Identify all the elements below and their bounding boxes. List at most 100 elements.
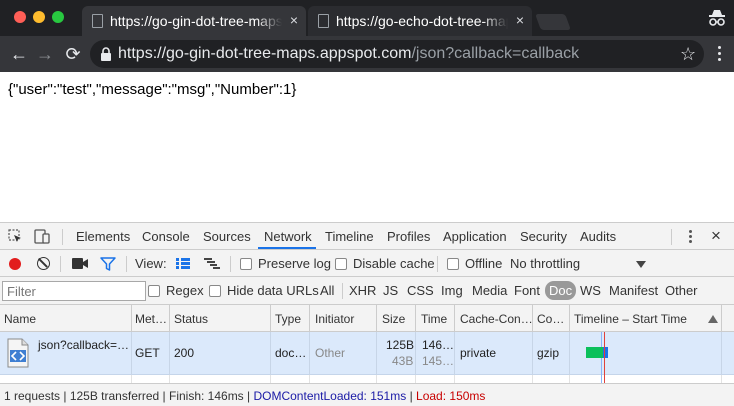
row-cache-control: private	[460, 346, 497, 360]
type-filter-css[interactable]: CSS	[407, 283, 434, 298]
incognito-icon[interactable]	[707, 8, 727, 28]
window-close-button[interactable]	[14, 11, 26, 23]
column-divider[interactable]	[569, 305, 570, 332]
table-row[interactable]: json?callback=… GET 200 doc… Other 125B …	[0, 332, 734, 375]
type-filter-all[interactable]: All	[320, 283, 334, 298]
column-header-status[interactable]: Status	[174, 312, 208, 326]
column-header-cache-control[interactable]: Cache-Con…	[460, 312, 533, 326]
type-filter-ws[interactable]: WS	[580, 283, 601, 298]
domcontentloaded-marker	[601, 375, 602, 383]
column-divider[interactable]	[454, 305, 455, 332]
column-header-name[interactable]: Name	[4, 312, 36, 326]
offline-checkbox[interactable]	[447, 258, 459, 270]
column-header-timeline[interactable]: Timeline – Start Time	[574, 312, 687, 326]
column-header-method[interactable]: Met…	[135, 312, 167, 326]
tab-audits[interactable]: Audits	[580, 229, 616, 244]
back-arrow-icon[interactable]: ←	[8, 43, 30, 65]
devtools-close-icon[interactable]: ×	[711, 226, 721, 246]
column-divider[interactable]	[270, 305, 271, 332]
type-filter-doc[interactable]: Doc	[545, 281, 577, 300]
table-empty-area	[0, 375, 734, 383]
lock-icon[interactable]	[100, 47, 112, 61]
browser-menu-icon[interactable]	[712, 44, 726, 64]
type-filter-font[interactable]: Font	[514, 283, 540, 298]
reload-icon[interactable]: ⟳	[62, 43, 84, 65]
tab-title: https://go-echo-dot-tree-maps.appspot.co…	[336, 13, 508, 29]
status-summary: 1 requests | 125B transferred | Finish: …	[4, 389, 485, 403]
row-status: 200	[174, 346, 195, 360]
type-filter-media[interactable]: Media	[472, 283, 507, 298]
tab-sources[interactable]: Sources	[203, 229, 251, 244]
column-divider[interactable]	[131, 305, 132, 332]
tab-elements[interactable]: Elements	[76, 229, 130, 244]
camera-icon[interactable]	[72, 258, 88, 269]
disable-cache-checkbox[interactable]	[335, 258, 347, 270]
type-filter-js[interactable]: JS	[383, 283, 398, 298]
waterfall-view-icon[interactable]	[204, 258, 220, 269]
timeline-waiting-bar	[586, 347, 603, 358]
column-divider[interactable]	[415, 305, 416, 332]
preserve-log-checkbox[interactable]	[240, 258, 252, 270]
devtools-panel: Elements Console Sources Network Timelin…	[0, 222, 734, 406]
record-icon[interactable]	[9, 258, 21, 270]
forward-arrow-icon[interactable]: →	[34, 43, 56, 65]
type-filter-manifest[interactable]: Manifest	[609, 283, 658, 298]
column-divider	[569, 332, 570, 375]
regex-checkbox[interactable]	[148, 285, 160, 297]
browser-tab-inactive[interactable]: https://go-echo-dot-tree-maps.appspot.co…	[308, 6, 532, 36]
column-header-content-encoding[interactable]: Co…	[537, 312, 564, 326]
type-filter-other[interactable]: Other	[665, 283, 698, 298]
toolbar-separator	[126, 256, 127, 272]
row-size: 125B	[386, 338, 415, 352]
column-divider	[532, 375, 533, 383]
dropdown-arrow-icon[interactable]	[636, 261, 646, 268]
bookmark-star-icon[interactable]: ☆	[680, 43, 696, 65]
tab-console[interactable]: Console	[142, 229, 190, 244]
column-divider	[532, 332, 533, 375]
hide-data-urls-checkbox[interactable]	[209, 285, 221, 297]
column-header-initiator[interactable]: Initiator	[315, 312, 354, 326]
tab-close-icon[interactable]: ×	[290, 12, 298, 28]
row-time: 146…	[422, 338, 455, 352]
load-marker	[604, 332, 605, 375]
type-filter-img[interactable]: Img	[441, 283, 463, 298]
address-bar[interactable]: https://go-gin-dot-tree-maps.appspot.com…	[90, 40, 704, 68]
clear-icon[interactable]	[37, 257, 50, 270]
list-view-icon[interactable]	[176, 258, 190, 269]
tab-profiles[interactable]: Profiles	[387, 229, 430, 244]
filter-icon[interactable]	[100, 257, 116, 271]
row-name[interactable]: json?callback=…	[38, 338, 129, 352]
window-minimize-button[interactable]	[33, 11, 45, 23]
column-divider[interactable]	[721, 305, 722, 332]
device-toolbar-icon[interactable]	[34, 228, 50, 244]
column-divider[interactable]	[169, 305, 170, 332]
type-filter-xhr[interactable]: XHR	[349, 283, 376, 298]
more-options-icon[interactable]	[687, 229, 693, 245]
active-tab-indicator	[258, 247, 316, 249]
column-divider	[169, 332, 170, 375]
column-divider[interactable]	[376, 305, 377, 332]
column-divider	[454, 375, 455, 383]
tab-timeline[interactable]: Timeline	[325, 229, 374, 244]
tab-close-icon[interactable]: ×	[516, 12, 524, 28]
tab-security[interactable]: Security	[520, 229, 567, 244]
column-divider	[169, 375, 170, 383]
window-zoom-button[interactable]	[52, 11, 64, 23]
tab-title: https://go-gin-dot-tree-maps.appspot.com…	[110, 13, 282, 29]
new-tab-button[interactable]	[535, 14, 571, 30]
url-text[interactable]: https://go-gin-dot-tree-maps.appspot.com…	[118, 45, 579, 63]
column-header-size[interactable]: Size	[382, 312, 405, 326]
sort-ascending-icon[interactable]	[708, 315, 718, 323]
browser-tab-strip: https://go-gin-dot-tree-maps.appspot.com…	[0, 0, 734, 36]
inspect-element-icon[interactable]	[8, 229, 22, 243]
filter-input[interactable]	[2, 281, 146, 301]
tab-network[interactable]: Network	[264, 229, 312, 244]
column-divider	[270, 332, 271, 375]
column-divider[interactable]	[532, 305, 533, 332]
column-header-time[interactable]: Time	[421, 312, 447, 326]
column-header-type[interactable]: Type	[275, 312, 301, 326]
tab-application[interactable]: Application	[443, 229, 507, 244]
browser-tab-active[interactable]: https://go-gin-dot-tree-maps.appspot.com…	[82, 6, 306, 36]
throttling-select[interactable]: No throttling	[510, 256, 580, 271]
column-divider[interactable]	[309, 305, 310, 332]
